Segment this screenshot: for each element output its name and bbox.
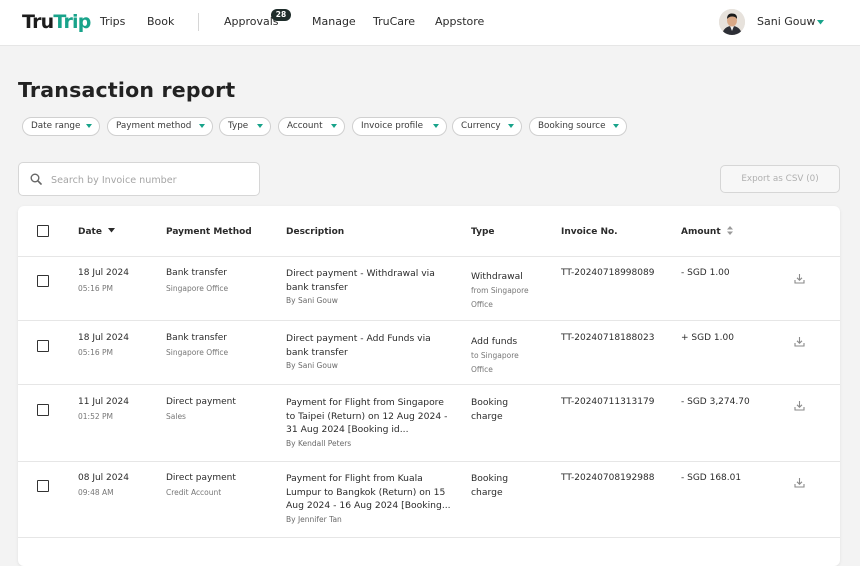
top-navbar: TruTrip Trips Book Approvals 28 Manage T…: [0, 0, 860, 46]
download-icon[interactable]: [794, 273, 805, 284]
trutrip-logo[interactable]: TruTrip: [22, 11, 91, 33]
filter-payment-method[interactable]: Payment method: [107, 117, 213, 136]
row-account: Sales: [166, 412, 186, 421]
row-payment-method: Direct payment: [166, 473, 236, 483]
invoice-search-input[interactable]: [49, 171, 253, 189]
nav-book[interactable]: Book: [147, 15, 174, 29]
row-payment-method: Bank transfer: [166, 268, 228, 278]
row-created-by: By Sani Gouw: [286, 361, 338, 370]
row-account: Singapore Office: [166, 284, 229, 293]
row-description[interactable]: Payment for Flight from Kuala Lumpur to …: [286, 472, 456, 527]
row-amount: - SGD 3,274.70: [681, 397, 750, 407]
col-invoice-header: Invoice No.: [561, 227, 618, 237]
approvals-count-badge: 28: [271, 9, 291, 21]
row-created-by: By Kendall Peters: [286, 438, 352, 448]
col-date-header[interactable]: Date: [78, 226, 116, 238]
row-divider: [18, 256, 840, 257]
search-icon: [30, 173, 42, 185]
row-description[interactable]: Direct payment - Add Funds via bank tran…: [286, 332, 456, 373]
chevron-down-icon: [433, 124, 439, 128]
row-type: Withdrawal from Singapore Office: [471, 271, 529, 309]
filter-account[interactable]: Account: [278, 117, 345, 136]
sort-icon: [726, 226, 733, 235]
chevron-down-icon: [257, 124, 263, 128]
chevron-down-icon: [86, 124, 92, 128]
chevron-down-icon: [199, 124, 205, 128]
row-type: Booking charge: [471, 473, 509, 498]
row-divider: [18, 320, 840, 321]
sort-desc-icon: [108, 228, 116, 233]
row-invoice-number[interactable]: TT-20240708192988: [561, 472, 654, 486]
row-time: 05:16 PM: [78, 348, 113, 357]
user-avatar[interactable]: [719, 9, 745, 35]
transactions-table: Date Payment Method Description Type Inv…: [18, 206, 840, 566]
nav-trips[interactable]: Trips: [100, 15, 125, 29]
row-time: 09:48 AM: [78, 488, 114, 497]
row-date: 18 Jul 2024: [78, 268, 129, 278]
download-icon[interactable]: [794, 400, 805, 411]
row-invoice-number[interactable]: TT-20240718998089: [561, 267, 654, 281]
row-amount: + SGD 1.00: [681, 333, 734, 343]
row-date: 11 Jul 2024: [78, 397, 129, 407]
row-invoice-number[interactable]: TT-20240718188023: [561, 332, 654, 346]
chevron-down-icon: [331, 124, 337, 128]
nav-divider: [198, 13, 199, 31]
chevron-down-icon: [508, 124, 514, 128]
row-time: 01:52 PM: [78, 412, 113, 421]
row-divider: [18, 384, 840, 385]
download-icon[interactable]: [794, 336, 805, 347]
invoice-search-box: [18, 162, 260, 196]
avatar-portrait-icon: [719, 9, 745, 35]
chevron-down-icon[interactable]: [817, 20, 824, 25]
filter-date-range[interactable]: Date range: [22, 117, 100, 136]
row-date: 08 Jul 2024: [78, 473, 129, 483]
nav-trucare[interactable]: TruCare: [373, 15, 415, 29]
row-amount: - SGD 168.01: [681, 473, 742, 483]
nav-approvals[interactable]: Approvals: [224, 15, 279, 29]
row-account: Singapore Office: [166, 348, 229, 357]
row-account: Credit Account: [166, 488, 222, 497]
row-created-by: By Jennifer Tan: [286, 514, 342, 524]
row-payment-method: Direct payment: [166, 397, 236, 407]
col-type-header: Type: [471, 227, 495, 237]
row-checkbox[interactable]: [37, 404, 49, 416]
row-time: 05:16 PM: [78, 284, 113, 293]
user-name[interactable]: Sani Gouw: [757, 15, 815, 29]
nav-appstore[interactable]: Appstore: [435, 15, 484, 29]
row-payment-method: Bank transfer: [166, 333, 228, 343]
row-checkbox[interactable]: [37, 480, 49, 492]
filter-currency[interactable]: Currency: [452, 117, 522, 136]
row-description[interactable]: Direct payment - Withdrawal via bank tra…: [286, 267, 456, 308]
page-title: Transaction report: [18, 78, 236, 102]
row-divider: [18, 537, 840, 538]
filter-invoice-profile[interactable]: Invoice profile: [352, 117, 447, 136]
filter-booking-source[interactable]: Booking source: [529, 117, 627, 136]
col-description-header: Description: [286, 227, 345, 237]
row-checkbox[interactable]: [37, 275, 49, 287]
select-all-checkbox[interactable]: [37, 225, 49, 237]
col-payment-method-header: Payment Method: [166, 227, 252, 237]
filter-type[interactable]: Type: [219, 117, 271, 136]
row-invoice-number[interactable]: TT-20240711313179: [561, 396, 654, 410]
row-amount: - SGD 1.00: [681, 268, 730, 278]
export-csv-button[interactable]: Export as CSV (0): [720, 165, 840, 193]
row-created-by: By Sani Gouw: [286, 296, 338, 305]
col-amount-header[interactable]: Amount: [681, 226, 733, 238]
row-type: Booking charge: [471, 397, 509, 422]
row-divider: [18, 461, 840, 462]
row-date: 18 Jul 2024: [78, 333, 129, 343]
chevron-down-icon: [613, 124, 619, 128]
row-description[interactable]: Payment for Flight from Singapore to Tai…: [286, 396, 456, 451]
nav-manage[interactable]: Manage: [312, 15, 356, 29]
row-type: Add funds to Singapore Office: [471, 336, 519, 374]
download-icon[interactable]: [794, 477, 805, 488]
row-checkbox[interactable]: [37, 340, 49, 352]
